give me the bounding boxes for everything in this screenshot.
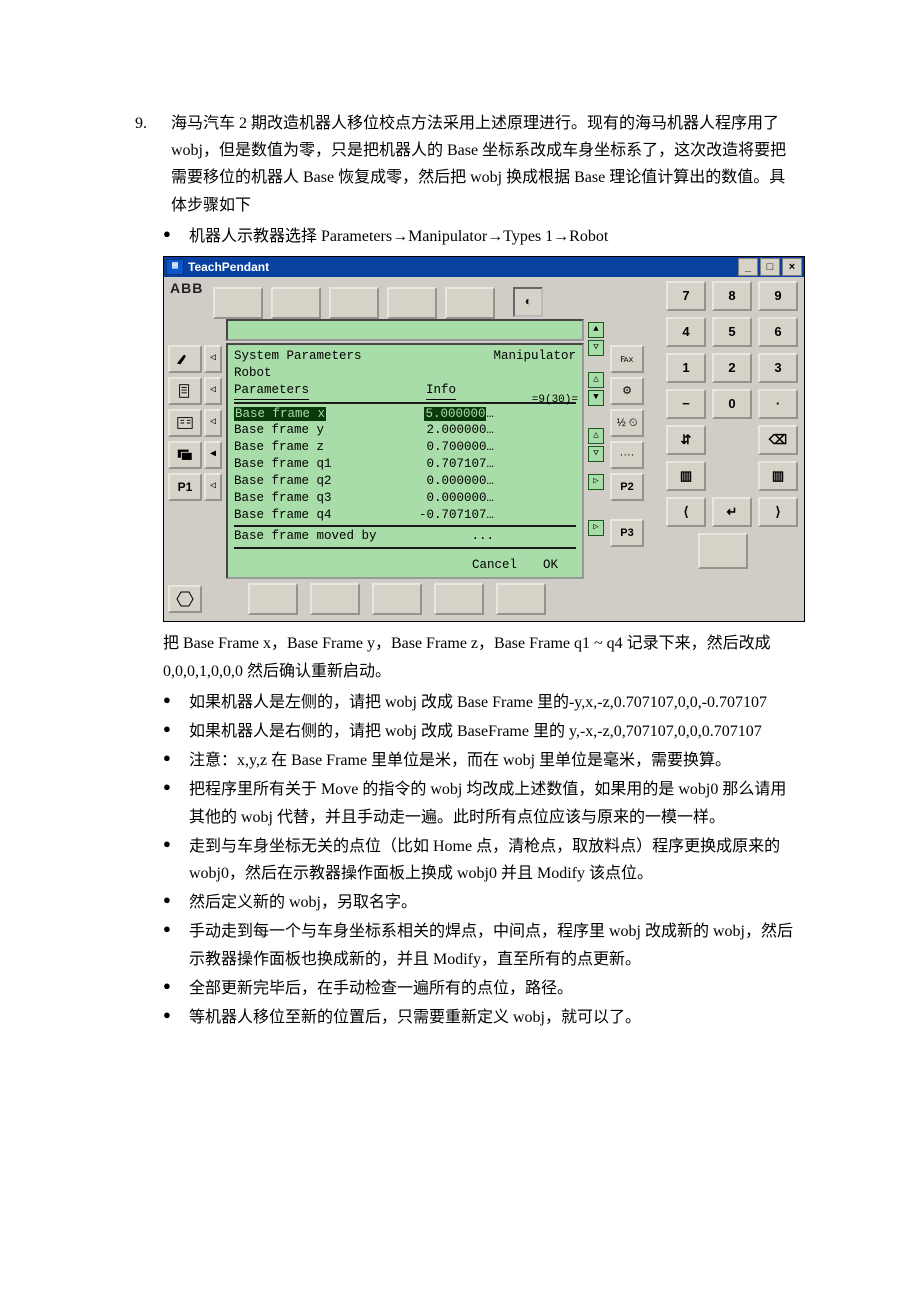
- ok-softkey[interactable]: OK: [543, 557, 558, 574]
- key-0[interactable]: 0: [712, 389, 752, 419]
- bottom-softkey[interactable]: [434, 583, 484, 615]
- bullet-item: 把程序里所有关于 Move 的指令的 wobj 均改成上述数值，如果用的是 wo…: [163, 776, 800, 830]
- fn-button[interactable]: ····: [610, 441, 644, 469]
- bullet-item: 走到与车身坐标无关的点位（比如 Home 点，清枪点，取放料点）程序更换成原来的…: [163, 833, 800, 887]
- menu-info[interactable]: Info: [426, 382, 456, 400]
- screen-title: System Parameters: [234, 348, 362, 365]
- p1-button[interactable]: P1: [168, 473, 202, 501]
- param-row[interactable]: Base frame z0.700000…: [234, 439, 576, 456]
- param-row[interactable]: Base frame moved by...: [234, 528, 576, 545]
- abb-logo: ABB: [168, 281, 209, 294]
- delete-icon[interactable]: ⌫: [758, 425, 798, 455]
- fn-button[interactable]: ½ ⏲: [610, 409, 644, 437]
- row-counter: =9(30)=: [532, 393, 578, 408]
- item-number: 9.: [135, 110, 161, 219]
- key-9[interactable]: 9: [758, 281, 798, 311]
- window-title: TeachPendant: [188, 257, 736, 277]
- program-icon[interactable]: [168, 377, 202, 405]
- bullet-item: 如果机器人是右侧的，请把 wobj 改成 BaseFrame 里的 y,-x,-…: [163, 718, 800, 745]
- scroll-down-icon[interactable]: ▽: [588, 446, 604, 462]
- top-softkey[interactable]: [213, 287, 263, 319]
- tri-button[interactable]: ◁: [204, 377, 222, 405]
- page-right-icon[interactable]: ▷: [588, 474, 604, 490]
- bottom-softkey[interactable]: [248, 583, 298, 615]
- nav-step: 机器人示教器选择 Parameters→Manipulator→Types 1→…: [163, 223, 800, 250]
- file-icon[interactable]: ▥: [758, 461, 798, 491]
- minimize-button[interactable]: _: [738, 258, 758, 276]
- maximize-button[interactable]: □: [760, 258, 780, 276]
- enter-icon[interactable]: ↵: [712, 497, 752, 527]
- p3-button[interactable]: P3: [610, 519, 644, 547]
- p2-button[interactable]: P2: [610, 473, 644, 501]
- jog-icon[interactable]: [168, 345, 202, 373]
- screen-subtitle: Robot: [234, 365, 576, 382]
- param-row[interactable]: Base frame q10.707107…: [234, 456, 576, 473]
- scroll-up-icon[interactable]: △: [588, 428, 604, 444]
- lcd-tabbar: [226, 319, 584, 341]
- lcd-screen: System Parameters Manipulator Robot Para…: [226, 343, 584, 580]
- fn-button[interactable]: ⚙: [610, 377, 644, 405]
- bullet-item: 等机器人移位至新的位置后，只需要重新定义 wobj，就可以了。: [163, 1004, 800, 1031]
- param-row[interactable]: Base frame q20.000000…: [234, 473, 576, 490]
- bullet-item: 全部更新完毕后，在手动检查一遍所有的点位，路径。: [163, 975, 800, 1002]
- scroll-up-icon[interactable]: ▲: [588, 322, 604, 338]
- arrow-right-icon[interactable]: ⟩: [758, 497, 798, 527]
- windows-icon[interactable]: [168, 441, 202, 469]
- menu-parameters[interactable]: Parameters: [234, 382, 309, 400]
- param-row[interactable]: Base frame y2.000000…: [234, 422, 576, 439]
- bullet-item: 手动走到每一个与车身坐标系相关的焊点，中间点，程序里 wobj 改成新的 wob…: [163, 918, 800, 972]
- page-right-icon[interactable]: ▷: [588, 520, 604, 536]
- bottom-softkey[interactable]: [372, 583, 422, 615]
- key-3[interactable]: 3: [758, 353, 798, 383]
- top-softkey[interactable]: [387, 287, 437, 319]
- joystick-button[interactable]: [698, 533, 748, 569]
- screen-context: Manipulator: [493, 348, 576, 365]
- tree-icon[interactable]: ⇵: [666, 425, 706, 455]
- tri-button[interactable]: ◁: [204, 345, 222, 373]
- cancel-softkey[interactable]: Cancel: [472, 557, 517, 574]
- bullet-item: 注意：x,y,z 在 Base Frame 里单位是米，而在 wobj 里单位是…: [163, 747, 800, 774]
- after-image-text: 把 Base Frame x，Base Frame y，Base Frame z…: [135, 630, 800, 684]
- bullet-item: 然后定义新的 wobj，另取名字。: [163, 889, 800, 916]
- tri-button[interactable]: ◁: [204, 473, 222, 501]
- scroll-down-icon[interactable]: ▽: [588, 340, 604, 356]
- teachpendant-window: ▦ TeachPendant _ □ × ABB ◐: [163, 256, 805, 623]
- close-button[interactable]: ×: [782, 258, 802, 276]
- file-icon[interactable]: ▥: [666, 461, 706, 491]
- param-row[interactable]: Base frame q30.000000…: [234, 490, 576, 507]
- window-titlebar: ▦ TeachPendant _ □ ×: [164, 257, 804, 277]
- arrow-left-icon[interactable]: ⟨: [666, 497, 706, 527]
- key-1[interactable]: 1: [666, 353, 706, 383]
- bottom-softkey[interactable]: [310, 583, 360, 615]
- scroll-down-icon[interactable]: ▼: [588, 390, 604, 406]
- app-icon: ▦: [166, 259, 184, 275]
- param-row[interactable]: Base frame q4-0.707107…: [234, 507, 576, 524]
- top-softkey[interactable]: [271, 287, 321, 319]
- top-softkey[interactable]: [329, 287, 379, 319]
- io-icon[interactable]: [168, 409, 202, 437]
- bullet-item: 如果机器人是左侧的，请把 wobj 改成 Base Frame 里的-y,x,-…: [163, 689, 800, 716]
- key-minus[interactable]: −: [666, 389, 706, 419]
- key-6[interactable]: 6: [758, 317, 798, 347]
- bottom-softkey[interactable]: [496, 583, 546, 615]
- key-5[interactable]: 5: [712, 317, 752, 347]
- key-7[interactable]: 7: [666, 281, 706, 311]
- item-text: 海马汽车 2 期改造机器人移位校点方法采用上述原理进行。现有的海马机器人程序用了…: [171, 110, 800, 219]
- scroll-up-icon[interactable]: △: [588, 372, 604, 388]
- tri-button[interactable]: ◁: [204, 409, 222, 437]
- top-softkey[interactable]: [445, 287, 495, 319]
- mode-indicator-icon: ◐: [513, 287, 543, 317]
- param-row[interactable]: Base frame x5.000000…: [234, 406, 576, 423]
- tri-button[interactable]: ◀: [204, 441, 222, 469]
- fn-button[interactable]: ℻: [610, 345, 644, 373]
- key-4[interactable]: 4: [666, 317, 706, 347]
- key-dot[interactable]: ·: [758, 389, 798, 419]
- stop-icon[interactable]: [168, 585, 202, 613]
- key-8[interactable]: 8: [712, 281, 752, 311]
- key-2[interactable]: 2: [712, 353, 752, 383]
